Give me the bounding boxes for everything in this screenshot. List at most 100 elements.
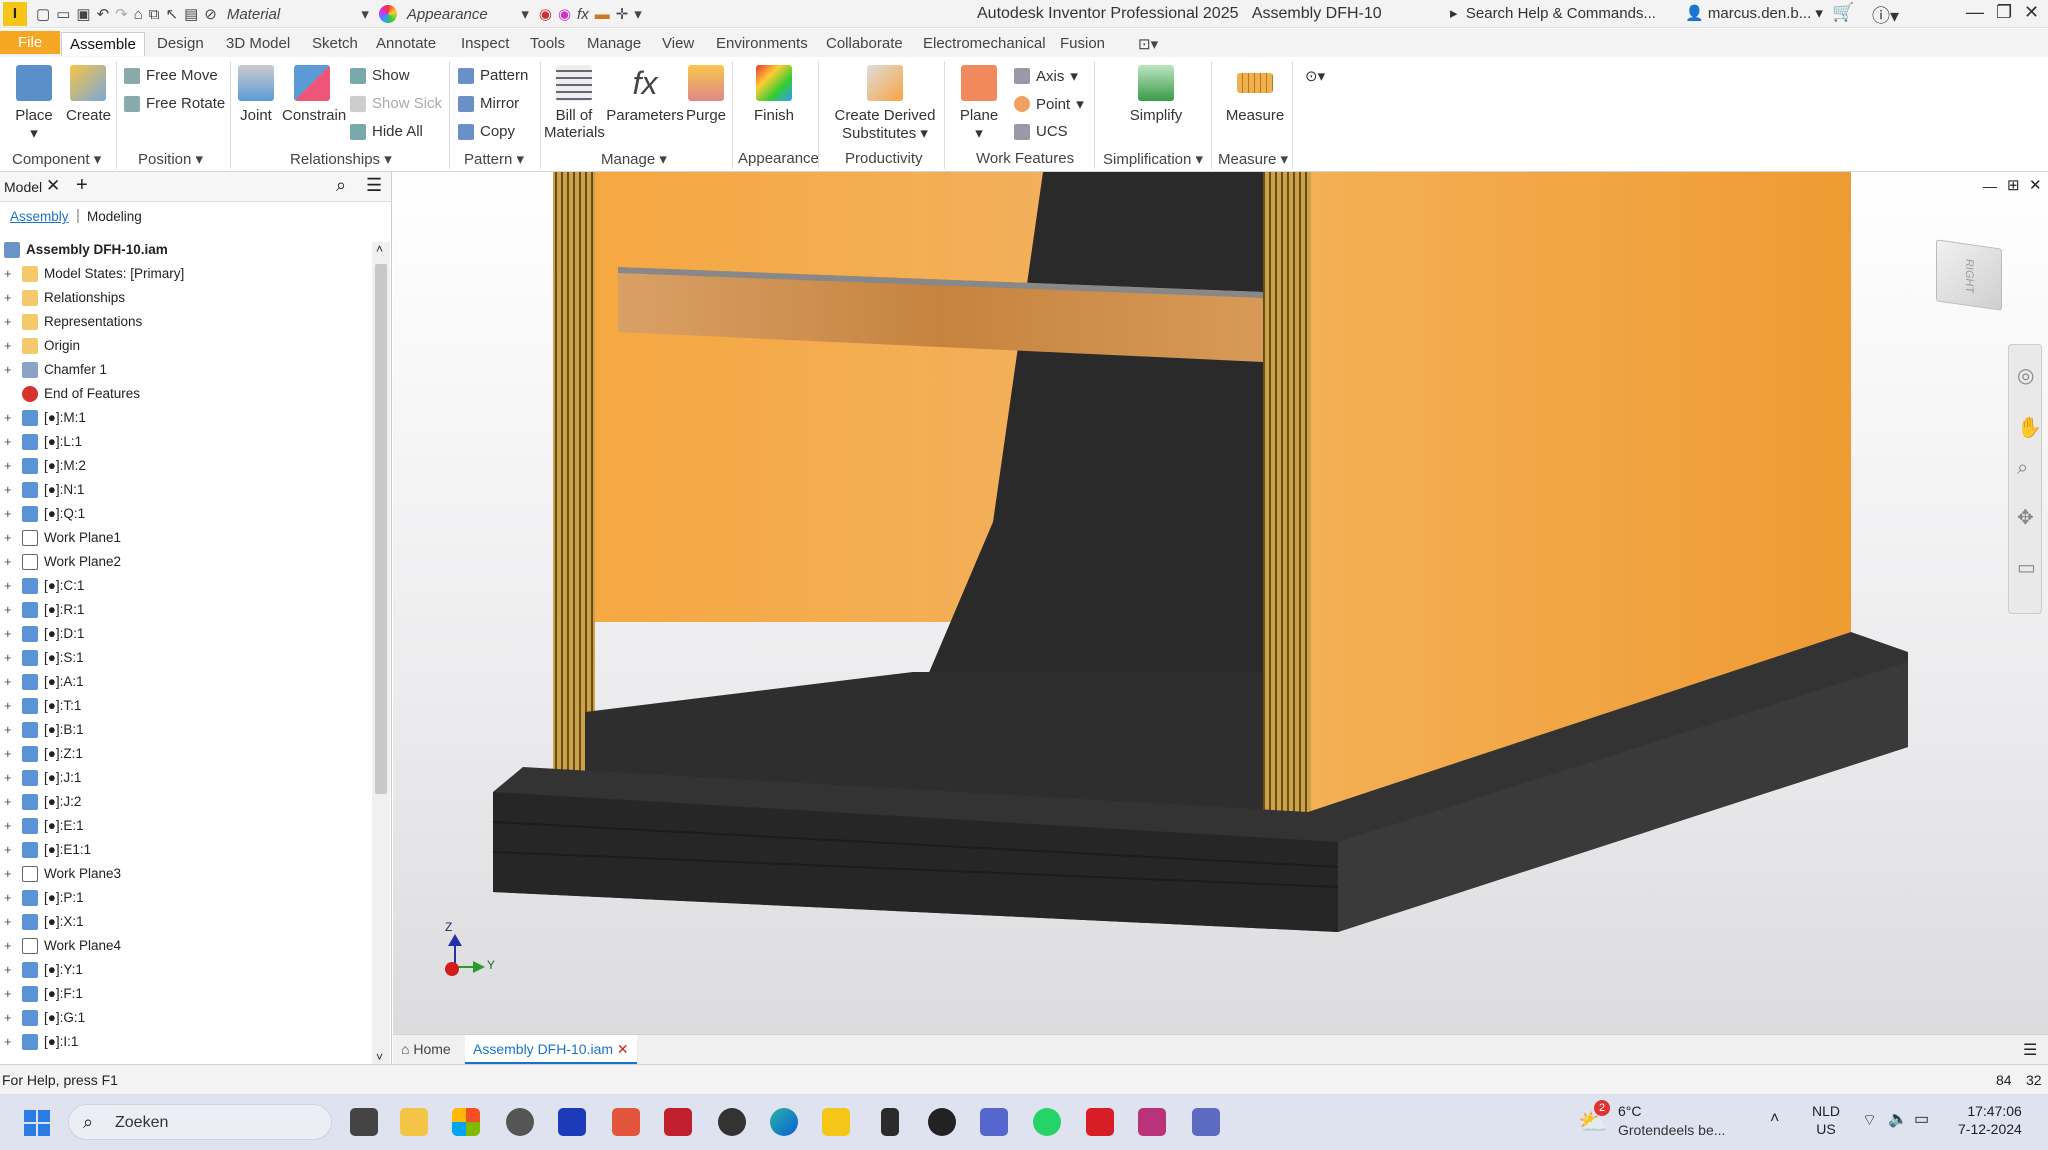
- expand-icon[interactable]: +: [4, 574, 16, 598]
- tree-node[interactable]: + Representations: [0, 310, 370, 334]
- pan-hand-icon[interactable]: ✋: [2017, 415, 2042, 440]
- tree-node[interactable]: + [●]:L:1: [0, 430, 370, 454]
- home-icon[interactable]: ⌂: [134, 6, 143, 23]
- expand-icon[interactable]: +: [4, 622, 16, 646]
- panel-pattern[interactable]: Pattern ▾: [464, 150, 524, 168]
- tree-node[interactable]: + [●]:Q:1: [0, 502, 370, 526]
- tree-node[interactable]: + [●]:Y:1: [0, 958, 370, 982]
- browser-tab-assembly[interactable]: Assembly: [10, 209, 69, 224]
- new-file-icon[interactable]: ▢: [36, 5, 50, 23]
- joint-button[interactable]: Joint: [234, 65, 278, 124]
- tab-manage[interactable]: Manage: [579, 32, 649, 55]
- measure-button[interactable]: Measure: [1222, 65, 1288, 124]
- app-red-icon[interactable]: [612, 1108, 640, 1136]
- viewcube[interactable]: RIGHT: [1936, 239, 2002, 311]
- browser-menu-icon[interactable]: ☰: [366, 175, 382, 196]
- plane-button[interactable]: Plane ▾: [954, 65, 1004, 142]
- show-button[interactable]: Show: [350, 67, 410, 84]
- expand-icon[interactable]: +: [4, 478, 16, 502]
- tab-assemble[interactable]: Assemble: [61, 32, 145, 56]
- tab-view[interactable]: View: [654, 32, 702, 55]
- material-combo[interactable]: Material ▾: [223, 3, 373, 25]
- browser-add-icon[interactable]: +: [76, 174, 88, 197]
- close-doc-tab-icon[interactable]: ✕: [617, 1041, 629, 1057]
- tab-inspect[interactable]: Inspect: [453, 32, 517, 55]
- panel-relationships[interactable]: Relationships ▾: [290, 150, 392, 168]
- tree-node[interactable]: + Model States: [Primary]: [0, 262, 370, 286]
- volume-icon[interactable]: 🔈: [1888, 1109, 1908, 1129]
- adjust-icon[interactable]: ◉: [539, 5, 552, 23]
- orbit-icon[interactable]: ✥: [2017, 505, 2034, 530]
- customize-icon[interactable]: ▾: [634, 5, 642, 23]
- look-at-icon[interactable]: ▭: [2017, 555, 2036, 580]
- tree-node[interactable]: + [●]:J:2: [0, 790, 370, 814]
- browser-tab-modeling[interactable]: Modeling: [87, 209, 142, 224]
- tab-tools[interactable]: Tools: [522, 32, 573, 55]
- free-move-button[interactable]: Free Move: [124, 67, 218, 84]
- expand-icon[interactable]: +: [4, 670, 16, 694]
- language-indicator[interactable]: NLD US: [1812, 1102, 1840, 1138]
- expand-icon[interactable]: +: [4, 454, 16, 478]
- user-account[interactable]: 👤 marcus.den.b... ▾: [1685, 4, 1823, 22]
- expand-icon[interactable]: +: [4, 982, 16, 1006]
- help-icon[interactable]: ⓘ▾: [1872, 2, 1899, 28]
- undo-icon[interactable]: ↶: [97, 5, 110, 23]
- expand-icon[interactable]: +: [4, 934, 16, 958]
- store-icon[interactable]: [452, 1108, 480, 1136]
- expand-icon[interactable]: +: [4, 526, 16, 550]
- tree-node[interactable]: + [●]:X:1: [0, 910, 370, 934]
- browser-search-icon[interactable]: ⌕: [336, 175, 346, 196]
- expand-icon[interactable]: +: [4, 814, 16, 838]
- app-form-icon[interactable]: [1138, 1108, 1166, 1136]
- panel-simplification[interactable]: Simplification ▾: [1103, 150, 1203, 168]
- tree-node[interactable]: + [●]:T:1: [0, 694, 370, 718]
- clear-appearance-icon[interactable]: ◉: [558, 5, 571, 23]
- app-pen-icon[interactable]: [718, 1108, 746, 1136]
- pattern-button[interactable]: Pattern: [458, 67, 528, 84]
- update-icon[interactable]: ⧉: [149, 6, 160, 23]
- tab-3d-model[interactable]: 3D Model: [218, 32, 298, 55]
- parameters-button[interactable]: fx Parameters: [606, 65, 684, 124]
- expand-icon[interactable]: +: [4, 430, 16, 454]
- steering-wheel-icon[interactable]: ◎: [2017, 363, 2034, 388]
- app-phone-icon[interactable]: [881, 1108, 899, 1136]
- app-camera-icon[interactable]: [928, 1108, 956, 1136]
- tree-node[interactable]: + Relationships: [0, 286, 370, 310]
- tree-node[interactable]: + [●]:E:1: [0, 814, 370, 838]
- tree-node[interactable]: + [●]:M:2: [0, 454, 370, 478]
- cart-icon[interactable]: 🛒: [1832, 2, 1854, 23]
- tree-node[interactable]: + [●]:S:1: [0, 646, 370, 670]
- fx-icon[interactable]: fx: [577, 6, 589, 23]
- simplify-button[interactable]: Simplify: [1126, 65, 1186, 124]
- measure-small-icon[interactable]: ▤: [184, 5, 198, 23]
- viewport-minimize-icon[interactable]: —: [1983, 178, 1997, 194]
- ucs-button[interactable]: UCS: [1014, 123, 1068, 140]
- panel-appearance[interactable]: Appearance: [738, 150, 819, 167]
- tree-node[interactable]: + Work Plane3: [0, 862, 370, 886]
- panel-position[interactable]: Position ▾: [138, 150, 203, 168]
- file-explorer-icon[interactable]: [400, 1108, 428, 1136]
- color-override-icon[interactable]: ▬: [595, 6, 610, 23]
- tree-node[interactable]: + [●]:R:1: [0, 598, 370, 622]
- doc-tabs-menu-icon[interactable]: ☰: [2023, 1040, 2037, 1060]
- tree-node[interactable]: + Work Plane4: [0, 934, 370, 958]
- tab-design[interactable]: Design: [149, 32, 212, 55]
- zoom-icon[interactable]: ⌕: [2017, 457, 2028, 480]
- start-windows-icon[interactable]: [24, 1110, 50, 1136]
- free-rotate-button[interactable]: Free Rotate: [124, 95, 225, 112]
- expand-icon[interactable]: +: [4, 766, 16, 790]
- place-button[interactable]: Place ▾: [12, 65, 56, 142]
- expand-icon[interactable]: +: [4, 286, 16, 310]
- expand-icon[interactable]: +: [4, 406, 16, 430]
- hide-all-button[interactable]: Hide All: [350, 123, 423, 140]
- copy-button[interactable]: Copy: [458, 123, 515, 140]
- scroll-up-icon[interactable]: ˄: [376, 242, 383, 256]
- tray-chevron-icon[interactable]: ˄: [1770, 1110, 1779, 1128]
- open-file-icon[interactable]: ▭: [56, 5, 70, 23]
- tree-node[interactable]: + [●]:E1:1: [0, 838, 370, 862]
- restore-icon[interactable]: ❐: [1996, 2, 2012, 23]
- app-bug-icon[interactable]: [664, 1108, 692, 1136]
- viewport-tile-icon[interactable]: ⊞: [2007, 176, 2020, 194]
- tab-sketch[interactable]: Sketch: [304, 32, 366, 55]
- save-icon[interactable]: ▣: [76, 5, 90, 23]
